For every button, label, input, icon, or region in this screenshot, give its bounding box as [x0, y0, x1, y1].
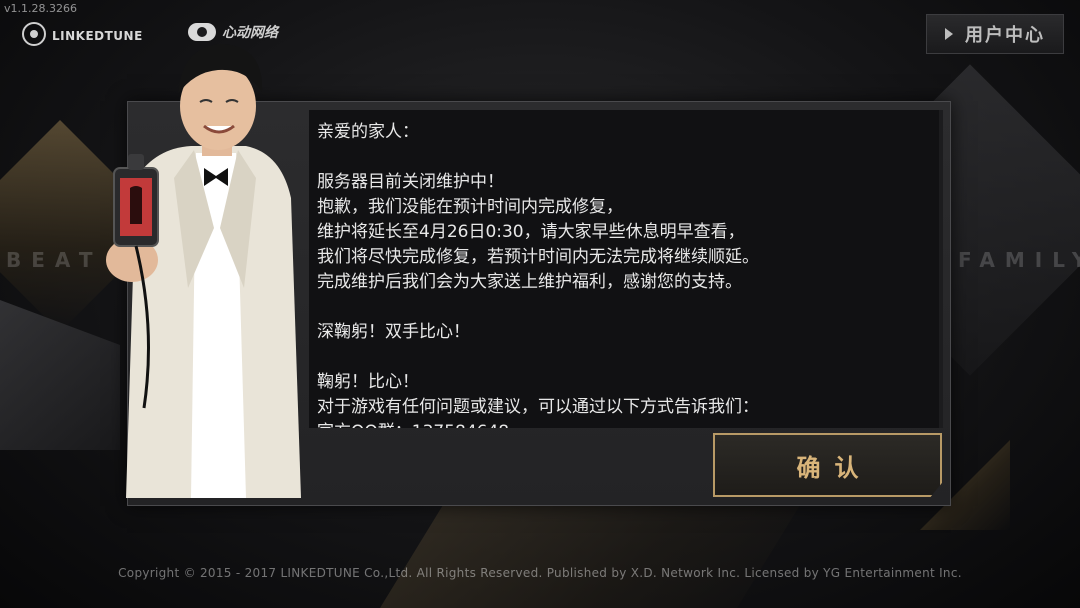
background-word-family: FAMILY — [958, 248, 1080, 272]
linkedtune-logo-icon — [22, 22, 46, 46]
user-center-button[interactable]: 用户中心 — [926, 14, 1064, 54]
message-panel[interactable]: 亲爱的家人： 服务器目前关闭维护中！ 抱歉，我们没能在预计时间内完成修复， 维护… — [309, 110, 939, 428]
confirm-button[interactable]: 确认 — [713, 433, 942, 497]
message-scrollbar[interactable] — [939, 110, 943, 428]
version-label: v1.1.28.3266 — [4, 2, 77, 15]
confirm-button-label: 确认 — [796, 453, 873, 482]
spokesperson-illustration — [106, 44, 301, 498]
play-arrow-icon — [945, 28, 953, 40]
background-word-beat: BEAT — [6, 248, 103, 272]
user-center-label: 用户中心 — [965, 25, 1045, 46]
maintenance-message: 亲爱的家人： 服务器目前关闭维护中！ 抱歉，我们没能在预计时间内完成修复， 维护… — [317, 122, 759, 428]
copyright-footer: Copyright © 2015 - 2017 LINKEDTUNE Co.,L… — [118, 566, 962, 580]
background-gold-shard-bottom — [380, 505, 800, 608]
game-screen: BEAT FAMILY v1.1.28.3266 LINKEDTUNE 心动网络… — [0, 0, 1080, 608]
